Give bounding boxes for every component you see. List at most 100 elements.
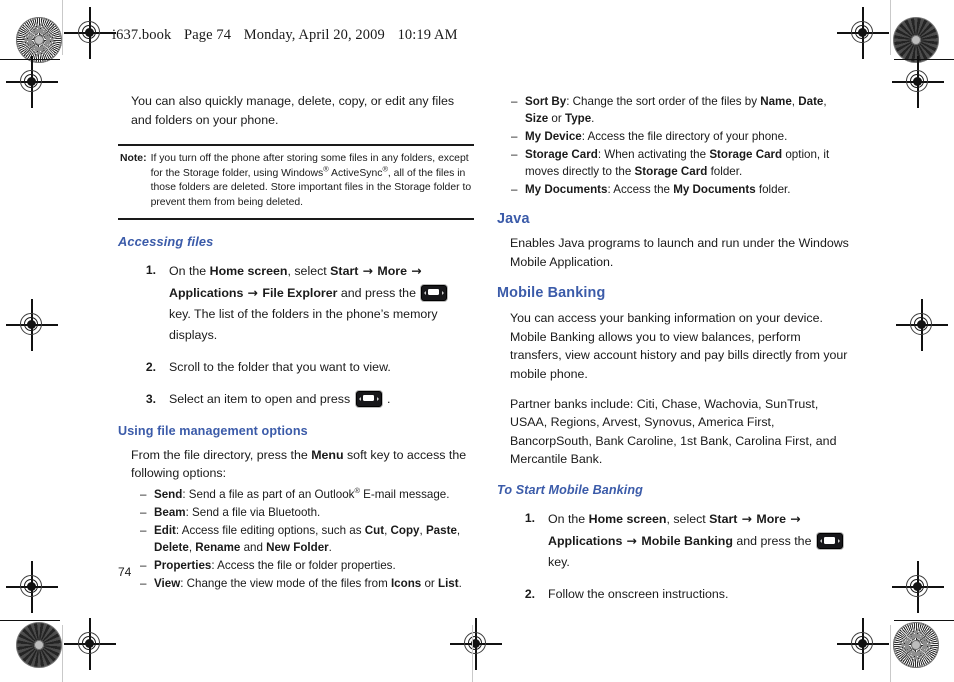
option-list-item: – Beam: Send a file via Bluetooth. <box>140 504 474 521</box>
option-text: My Device: Access the file directory of … <box>525 130 788 143</box>
dash-bullet: – <box>511 130 518 143</box>
dash-bullet: – <box>140 523 147 537</box>
crop-mark-bottom-left <box>64 618 116 670</box>
note-text: If you turn off the phone after storing … <box>150 153 472 208</box>
option-term: My Device <box>525 130 582 143</box>
note-rule-bottom <box>118 217 474 220</box>
fold-guide-bottom-center <box>472 625 474 682</box>
trim-line-top-left <box>0 59 60 61</box>
dash-bullet: – <box>511 148 518 161</box>
registration-starburst-bottom-left <box>16 622 62 668</box>
mobile-banking-paragraph-2: Partner banks include: Citi, Chase, Wach… <box>510 396 837 467</box>
heading-mobile-banking: Mobile Banking <box>497 285 606 302</box>
option-list-item: – My Device: Access the file directory of… <box>511 128 853 145</box>
select-key-icon <box>421 284 448 301</box>
left-column: You can also quickly manage, delete, cop… <box>118 92 474 592</box>
option-text: View: Change the view mode of the files … <box>154 576 462 590</box>
option-term: My Documents <box>525 183 608 196</box>
option-text: Storage Card: When activating the Storag… <box>525 148 830 178</box>
crop-mark-bottom-right <box>837 618 889 670</box>
crop-mark-top-left <box>64 7 116 59</box>
option-list-item: – View: Change the view mode of the files… <box>140 575 474 592</box>
step-number: 1. <box>524 510 535 525</box>
registration-starburst-top-right <box>893 17 939 63</box>
accessing-files-steps: 1. On the Home screen, select Start → Mor… <box>118 260 474 410</box>
options-continued-list: – Sort By: Change the sort order of the f… <box>511 93 853 198</box>
option-text: My Documents: Access the My Documents fo… <box>525 183 791 196</box>
option-text: Edit: Access file editing options, such … <box>154 523 461 554</box>
numbered-step: 3. Select an item to open and press . <box>118 389 474 410</box>
step-number: 3. <box>145 391 156 406</box>
running-header: i637.book Page 74 Monday, April 20, 2009… <box>112 27 467 44</box>
dash-bullet: – <box>140 558 147 572</box>
numbered-step: 2. Follow the onscreen instructions. <box>497 584 853 605</box>
note-label: Note: <box>120 153 147 165</box>
crop-mark-top-right <box>837 7 889 59</box>
option-list-item: – Properties: Access the file or folder p… <box>140 557 474 574</box>
registration-starburst-top-left <box>16 17 62 63</box>
trim-line-bottom-right <box>894 620 954 622</box>
trim-line-top-right <box>894 59 954 61</box>
option-text: Properties: Access the file or folder pr… <box>154 558 396 572</box>
heading-java: Java <box>497 211 530 227</box>
option-term: Send <box>154 487 183 501</box>
option-term: Beam <box>154 505 186 519</box>
mobile-banking-paragraph-1: You can access your banking information … <box>510 311 848 381</box>
running-header-time: 10:19 AM <box>397 27 458 43</box>
option-list-item: – My Documents: Access the My Documents f… <box>511 181 853 198</box>
select-key-icon <box>355 390 382 407</box>
crop-mark-right-lower <box>892 561 944 613</box>
fold-guide-top-left <box>62 0 64 55</box>
file-management-options: – Send: Send a file as part of an Outlook… <box>140 486 474 592</box>
dash-bullet: – <box>140 576 147 590</box>
running-header-page: Page 74 <box>184 27 232 43</box>
crop-mark-right-middle <box>896 299 948 351</box>
option-term: Properties <box>154 558 212 572</box>
option-term: Sort By <box>525 95 567 108</box>
option-list-item: – Edit: Access file editing options, such… <box>140 522 474 556</box>
step-number: 2. <box>524 586 535 601</box>
registration-starburst-bottom-right <box>893 622 939 668</box>
trim-line-bottom-left <box>0 620 60 622</box>
page-number: 74 <box>118 565 132 579</box>
note-box: Note: If you turn off the phone after st… <box>118 144 474 220</box>
file-management-intro: From the file directory, press the Menu … <box>131 447 467 481</box>
step-number: 2. <box>145 359 156 374</box>
intro-paragraph: You can also quickly manage, delete, cop… <box>131 94 455 127</box>
scanned-manual-page: i637.book Page 74 Monday, April 20, 2009… <box>0 0 954 682</box>
running-header-file: i637.book <box>112 27 172 43</box>
heading-accessing-files: Accessing files <box>118 233 214 249</box>
fold-guide-bottom-right <box>890 625 892 682</box>
crop-mark-right-upper <box>892 56 944 108</box>
running-header-date: Monday, April 20, 2009 <box>243 27 385 43</box>
step-text: Select an item to open and press . <box>169 390 391 407</box>
step-text: On the Home screen, select Start → More … <box>548 508 853 573</box>
crop-mark-left-lower <box>6 561 58 613</box>
java-paragraph: Enables Java programs to launch and run … <box>510 236 849 269</box>
fold-guide-bottom-left <box>62 625 64 682</box>
option-text: Send: Send a file as part of an Outlook®… <box>154 485 450 501</box>
option-list-item: – Storage Card: When activating the Stora… <box>511 146 853 180</box>
crop-mark-left-upper <box>6 56 58 108</box>
numbered-step: 1. On the Home screen, select Start → Mor… <box>497 508 853 573</box>
heading-to-start-mobile-banking: To Start Mobile Banking <box>497 482 643 497</box>
step-number: 1. <box>145 262 156 277</box>
option-term: View <box>154 576 181 590</box>
fold-guide-top-right <box>890 0 892 55</box>
option-text: Sort By: Change the sort order of the fi… <box>525 95 827 125</box>
mobile-banking-steps: 1. On the Home screen, select Start → Mor… <box>497 508 853 605</box>
option-list-item: – Sort By: Change the sort order of the f… <box>511 93 853 127</box>
step-text: Follow the onscreen instructions. <box>548 586 729 601</box>
dash-bullet: – <box>511 183 518 196</box>
option-term: Edit <box>154 523 176 537</box>
numbered-step: 1. On the Home screen, select Start → Mor… <box>118 260 474 346</box>
select-key-icon <box>816 532 843 549</box>
option-term: Storage Card <box>525 148 598 161</box>
option-list-item: – Send: Send a file as part of an Outlook… <box>140 486 474 503</box>
numbered-step: 2. Scroll to the folder that you want to … <box>118 357 474 378</box>
crop-mark-bottom-center <box>450 618 502 670</box>
crop-mark-left-middle <box>6 299 58 351</box>
dash-bullet: – <box>511 95 518 108</box>
option-text: Beam: Send a file via Bluetooth. <box>154 505 321 519</box>
dash-bullet: – <box>140 487 147 501</box>
